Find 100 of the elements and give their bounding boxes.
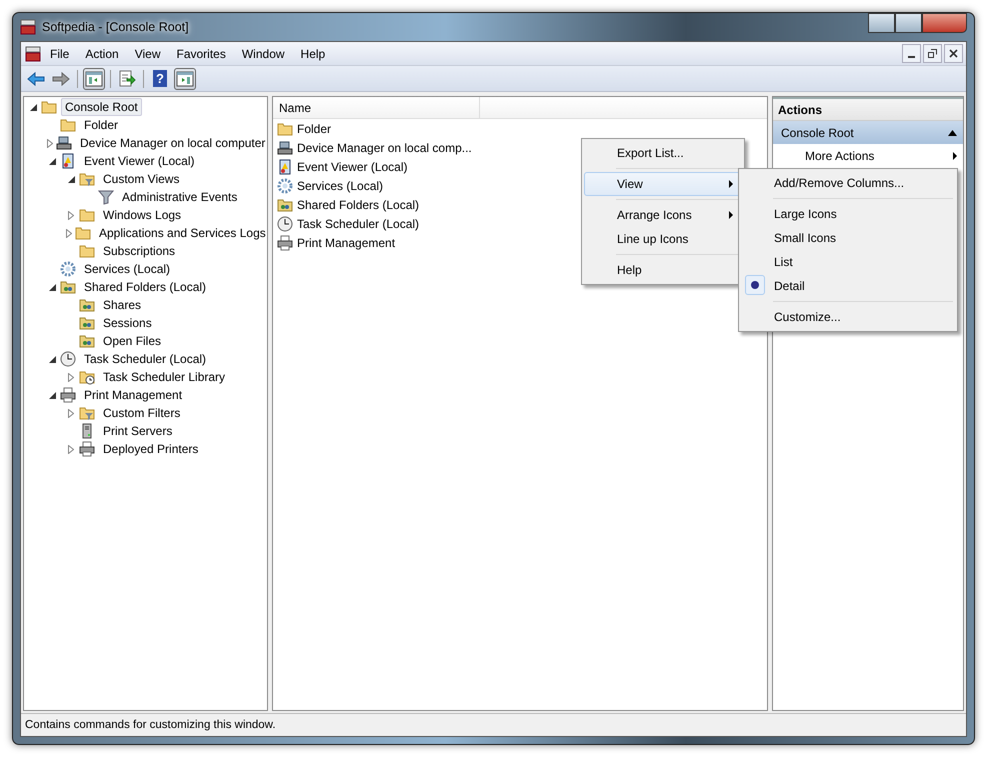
menu-item[interactable]: Add/Remove Columns... xyxy=(741,171,955,195)
shared-folder-icon xyxy=(277,196,293,212)
tree-item[interactable]: Open Files xyxy=(99,332,166,350)
menu-item[interactable]: Arrange Icons xyxy=(584,203,742,227)
console-item[interactable]: Print Management xyxy=(297,236,396,250)
tree-item[interactable]: Device Manager on local computer xyxy=(76,134,267,152)
tree-item[interactable]: Print Servers xyxy=(99,422,176,440)
tree-item[interactable]: Deployed Printers xyxy=(99,440,202,458)
forward-arrow-icon xyxy=(52,70,70,88)
toolbar-button[interactable] xyxy=(83,68,105,90)
folder-clock-icon xyxy=(79,369,95,385)
gear-icon xyxy=(277,178,293,194)
collapse-arrow-icon[interactable] xyxy=(47,354,57,364)
console-item[interactable]: Services (Local) xyxy=(297,178,384,192)
menu-item[interactable]: List xyxy=(741,250,955,274)
tree-item[interactable]: Print Management xyxy=(80,386,186,404)
filter-icon xyxy=(98,189,114,205)
help-icon: ? xyxy=(153,70,167,87)
export-list-icon xyxy=(118,70,136,88)
minimize-button[interactable] xyxy=(868,13,895,33)
menu-item[interactable]: Export List... xyxy=(584,141,742,165)
log-book-icon xyxy=(277,158,293,174)
tree-item[interactable]: Services (Local) xyxy=(80,260,174,278)
expand-arrow-icon[interactable] xyxy=(66,408,76,418)
tree-item[interactable]: Custom Filters xyxy=(99,404,184,422)
expand-arrow-icon[interactable] xyxy=(66,210,76,220)
collapse-arrow-icon[interactable] xyxy=(47,282,57,292)
expand-arrow-icon[interactable] xyxy=(66,372,76,382)
tree-item[interactable]: Task Scheduler (Local) xyxy=(80,350,210,368)
shared-folder-icon xyxy=(79,333,95,349)
menu-bar-item[interactable]: File xyxy=(43,44,76,62)
computer-icon xyxy=(277,140,293,156)
menu-bar-item[interactable]: Window xyxy=(234,44,292,62)
restore-button[interactable] xyxy=(923,44,942,63)
menu-bar-item[interactable]: View xyxy=(128,44,168,62)
pane-left-icon xyxy=(85,70,103,88)
menu-item[interactable]: Small Icons xyxy=(741,226,955,250)
tree-item[interactable]: Folder xyxy=(80,116,122,134)
menu-item[interactable]: Help xyxy=(584,258,742,282)
menu-item[interactable]: Customize... xyxy=(741,305,955,329)
printer-icon xyxy=(79,441,95,457)
folder-icon xyxy=(79,207,95,223)
collapse-arrow-icon[interactable] xyxy=(66,174,76,184)
menu-item[interactable]: Detail xyxy=(741,274,955,298)
console-item[interactable]: Folder xyxy=(297,122,332,136)
tree-item[interactable]: Windows Logs xyxy=(99,206,186,224)
tree-item[interactable]: Applications and Services Logs xyxy=(95,224,267,242)
minimize-button[interactable] xyxy=(902,44,921,63)
toolbox-icon xyxy=(25,46,41,62)
folder-icon xyxy=(79,243,95,259)
gear-icon xyxy=(60,261,76,277)
shared-folder-icon xyxy=(79,297,95,313)
status-text: Contains commands for customizing this window. xyxy=(25,719,276,731)
console-item[interactable]: Task Scheduler (Local) xyxy=(297,216,420,230)
toolbar-button[interactable]: ? xyxy=(149,68,171,90)
close-icon xyxy=(949,49,958,58)
console-item[interactable]: Device Manager on local comp... xyxy=(297,140,472,154)
back-arrow-icon xyxy=(27,70,45,88)
window-title: Softpedia - [Console Root] xyxy=(42,20,189,34)
collapse-arrow-icon[interactable] xyxy=(28,102,38,112)
menu-item[interactable]: Large Icons xyxy=(741,202,955,226)
computer-icon xyxy=(56,135,72,151)
maximize-button[interactable] xyxy=(895,13,922,33)
folder-icon xyxy=(41,99,57,115)
close-button[interactable] xyxy=(922,13,967,33)
pane-right-icon xyxy=(176,70,194,88)
folder-icon xyxy=(75,225,91,241)
menu-bar-item[interactable]: Help xyxy=(294,44,332,62)
menu-bar-item[interactable]: Action xyxy=(78,44,126,62)
shared-folder-icon xyxy=(60,279,76,295)
actions-title: Actions xyxy=(778,102,822,116)
menu-item[interactable]: Line up Icons xyxy=(584,227,742,251)
tree-item[interactable]: Console Root xyxy=(61,98,142,116)
console-item[interactable]: Event Viewer (Local) xyxy=(297,160,408,174)
shared-folder-icon xyxy=(79,315,95,331)
tree-item[interactable]: Administrative Events xyxy=(118,188,242,206)
tree-item[interactable]: Event Viewer (Local) xyxy=(80,152,198,170)
tree-item[interactable]: Subscriptions xyxy=(99,242,180,260)
minimize-icon xyxy=(908,56,915,58)
tree-item[interactable]: Custom Views xyxy=(99,170,184,188)
expand-arrow-icon[interactable] xyxy=(66,228,72,238)
action-item[interactable]: More Actions xyxy=(773,144,963,168)
clock-icon xyxy=(277,216,293,232)
log-book-icon xyxy=(60,153,76,169)
collapse-arrow-icon[interactable] xyxy=(47,156,57,166)
tree-item[interactable]: Shares xyxy=(99,296,146,314)
tree-item[interactable]: Shared Folders (Local) xyxy=(80,278,210,296)
console-item[interactable]: Shared Folders (Local) xyxy=(297,198,420,212)
expand-arrow-icon[interactable] xyxy=(66,444,76,454)
printer-icon xyxy=(277,234,293,250)
close-button[interactable] xyxy=(944,44,963,63)
restore-icon xyxy=(928,49,937,58)
tree-item[interactable]: Sessions xyxy=(99,314,156,332)
expand-arrow-icon[interactable] xyxy=(47,138,53,148)
toolbar-button[interactable] xyxy=(174,68,196,90)
collapse-arrow-icon[interactable] xyxy=(47,390,57,400)
clock-icon xyxy=(60,351,76,367)
actions-section-header[interactable]: Console Root xyxy=(773,121,963,144)
tree-item[interactable]: Task Scheduler Library xyxy=(99,368,230,386)
menu-bar-item[interactable]: Favorites xyxy=(170,44,233,62)
